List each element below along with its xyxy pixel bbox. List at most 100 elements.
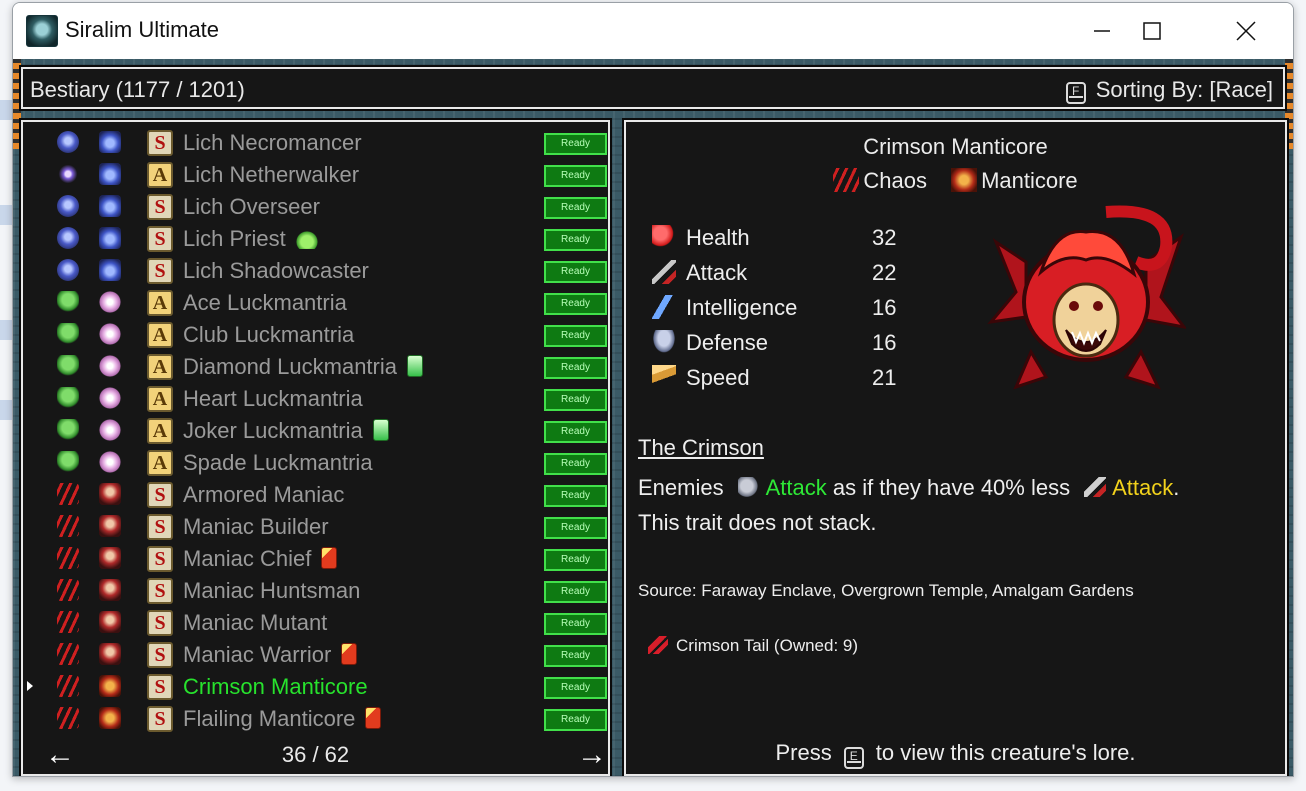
- stat-name: Speed: [686, 365, 750, 390]
- maximize-button[interactable]: [1129, 3, 1175, 59]
- rarity-icon: A: [147, 162, 173, 188]
- chaos-race-icon: [57, 547, 79, 569]
- creature-name: Lich Shadowcaster: [183, 258, 369, 283]
- ready-badge: Ready: [544, 517, 607, 539]
- ready-badge: Ready: [544, 133, 607, 155]
- trait-text: Enemies: [638, 475, 724, 500]
- creature-row[interactable]: S Armored Maniac Ready: [23, 478, 608, 510]
- manticore-race-icon: [951, 168, 978, 192]
- creature-row[interactable]: A Heart Luckmantria Ready: [23, 382, 608, 414]
- shield-icon: [652, 330, 676, 354]
- creature-row[interactable]: S Maniac Mutant Ready: [23, 606, 608, 638]
- next-page-arrow[interactable]: →: [577, 740, 607, 770]
- creature-list-panel: S Lich Necromancer Ready A Lich Netherwalker…: [21, 120, 610, 776]
- rarity-icon: S: [147, 226, 173, 252]
- rarity-icon: A: [147, 386, 173, 412]
- mantria-family-icon: [99, 323, 121, 345]
- tree-race-icon: [57, 387, 79, 409]
- chaos-race-icon: [57, 643, 79, 665]
- keyboard-key-icon[interactable]: E: [843, 747, 864, 769]
- app-window: Siralim Ultimate Bestiary (1177 / 1201) …: [12, 2, 1294, 777]
- creature-name: Ace Luckmantria: [183, 290, 347, 315]
- creature-row[interactable]: S Flailing Manticore Ready: [23, 702, 608, 734]
- bestiary-title: Bestiary (1177 / 1201): [30, 77, 245, 102]
- stat-defense: Defense 16: [652, 328, 912, 358]
- stat-value: 16: [872, 295, 897, 320]
- ready-badge: Ready: [544, 581, 607, 603]
- stat-attack: Attack 22: [652, 258, 912, 288]
- stat-value: 16: [872, 330, 897, 355]
- stat-name: Health: [686, 225, 750, 250]
- chaos-class-icon: [833, 168, 860, 192]
- creature-label: Lich Priest: [183, 226, 318, 252]
- material-item: Crimson Tail (Owned: 9): [648, 636, 858, 656]
- chaos-race-icon: [57, 579, 79, 601]
- race-label: Manticore: [981, 168, 1078, 193]
- mantria-family-icon: [99, 451, 121, 473]
- maniac-family-icon: [99, 547, 121, 569]
- creature-row[interactable]: A Spade Luckmantria Ready: [23, 446, 608, 478]
- rarity-icon: A: [147, 418, 173, 444]
- page-indicator: 36 / 62: [281, 742, 350, 767]
- creature-row[interactable]: S Lich Shadowcaster Ready: [23, 254, 608, 286]
- spark-race-icon: [57, 163, 79, 185]
- creature-row[interactable]: A Lich Netherwalker Ready: [23, 158, 608, 190]
- rarity-icon: A: [147, 290, 173, 316]
- maximize-icon: [1143, 22, 1161, 40]
- manticore-family-icon: [99, 675, 121, 697]
- creature-label: Flailing Manticore: [183, 706, 382, 732]
- title-bar[interactable]: Siralim Ultimate: [13, 3, 1293, 59]
- creature-row[interactable]: A Joker Luckmantria Ready: [23, 414, 608, 446]
- rarity-icon: S: [147, 482, 173, 508]
- creature-label: Lich Netherwalker: [183, 162, 359, 188]
- creature-row[interactable]: S Lich Overseer Ready: [23, 190, 608, 222]
- creature-row[interactable]: S Lich Necromancer Ready: [23, 126, 608, 158]
- close-icon: [1236, 21, 1256, 41]
- creature-row[interactable]: S Maniac Chief Ready: [23, 542, 608, 574]
- creature-label: Maniac Huntsman: [183, 578, 360, 604]
- creature-types: Chaos Manticore: [626, 168, 1285, 194]
- window-title: Siralim Ultimate: [65, 17, 220, 42]
- creature-label: Maniac Warrior: [183, 642, 358, 668]
- maniac-family-icon: [99, 579, 121, 601]
- ready-badge: Ready: [544, 421, 607, 443]
- bestiary-header: Bestiary (1177 / 1201) F Sorting By: [Rac…: [21, 67, 1285, 109]
- tail-icon: [648, 636, 668, 654]
- stat-health: Health 32: [652, 223, 912, 253]
- creature-label: Spade Luckmantria: [183, 450, 373, 476]
- creature-name: Flailing Manticore: [183, 706, 356, 731]
- creature-row[interactable]: S Maniac Builder Ready: [23, 510, 608, 542]
- creature-name: Armored Maniac: [183, 482, 345, 507]
- creature-row[interactable]: A Diamond Luckmantria Ready: [23, 350, 608, 382]
- creature-name: Lich Overseer: [183, 194, 320, 219]
- maniac-family-icon: [99, 611, 121, 633]
- creature-label: Maniac Mutant: [183, 610, 327, 636]
- creature-row[interactable]: S Lich Priest Ready: [23, 222, 608, 254]
- stat-value: 22: [872, 260, 897, 285]
- rarity-icon: S: [147, 514, 173, 540]
- sword-icon: [1084, 477, 1107, 497]
- mantria-family-icon: [99, 291, 121, 313]
- lich-race-icon: [57, 195, 79, 217]
- rarity-icon: S: [147, 706, 173, 732]
- stat-speed: Speed 21: [652, 363, 912, 393]
- creature-row[interactable]: A Club Luckmantria Ready: [23, 318, 608, 350]
- rarity-icon: S: [147, 642, 173, 668]
- creature-row[interactable]: S Maniac Warrior Ready: [23, 638, 608, 670]
- trait-keyword: Attack: [1112, 475, 1174, 500]
- rarity-icon: S: [147, 546, 173, 572]
- ready-badge: Ready: [544, 261, 607, 283]
- creature-row[interactable]: S Maniac Huntsman Ready: [23, 574, 608, 606]
- sort-control[interactable]: F Sorting By: [Race]: [1065, 77, 1273, 104]
- creature-name: Lich Netherwalker: [183, 162, 360, 187]
- ready-badge: Ready: [544, 485, 607, 507]
- creature-label: Armored Maniac: [183, 482, 344, 508]
- creature-row[interactable]: A Ace Luckmantria Ready: [23, 286, 608, 318]
- close-button[interactable]: [1223, 3, 1269, 59]
- creature-label: Lich Shadowcaster: [183, 258, 369, 284]
- ready-badge: Ready: [544, 357, 607, 379]
- stat-value: 21: [872, 365, 897, 390]
- minimize-button[interactable]: [1079, 3, 1125, 59]
- creature-row[interactable]: S Crimson Manticore Ready: [23, 670, 608, 702]
- creature-name: Lich Priest: [183, 226, 286, 251]
